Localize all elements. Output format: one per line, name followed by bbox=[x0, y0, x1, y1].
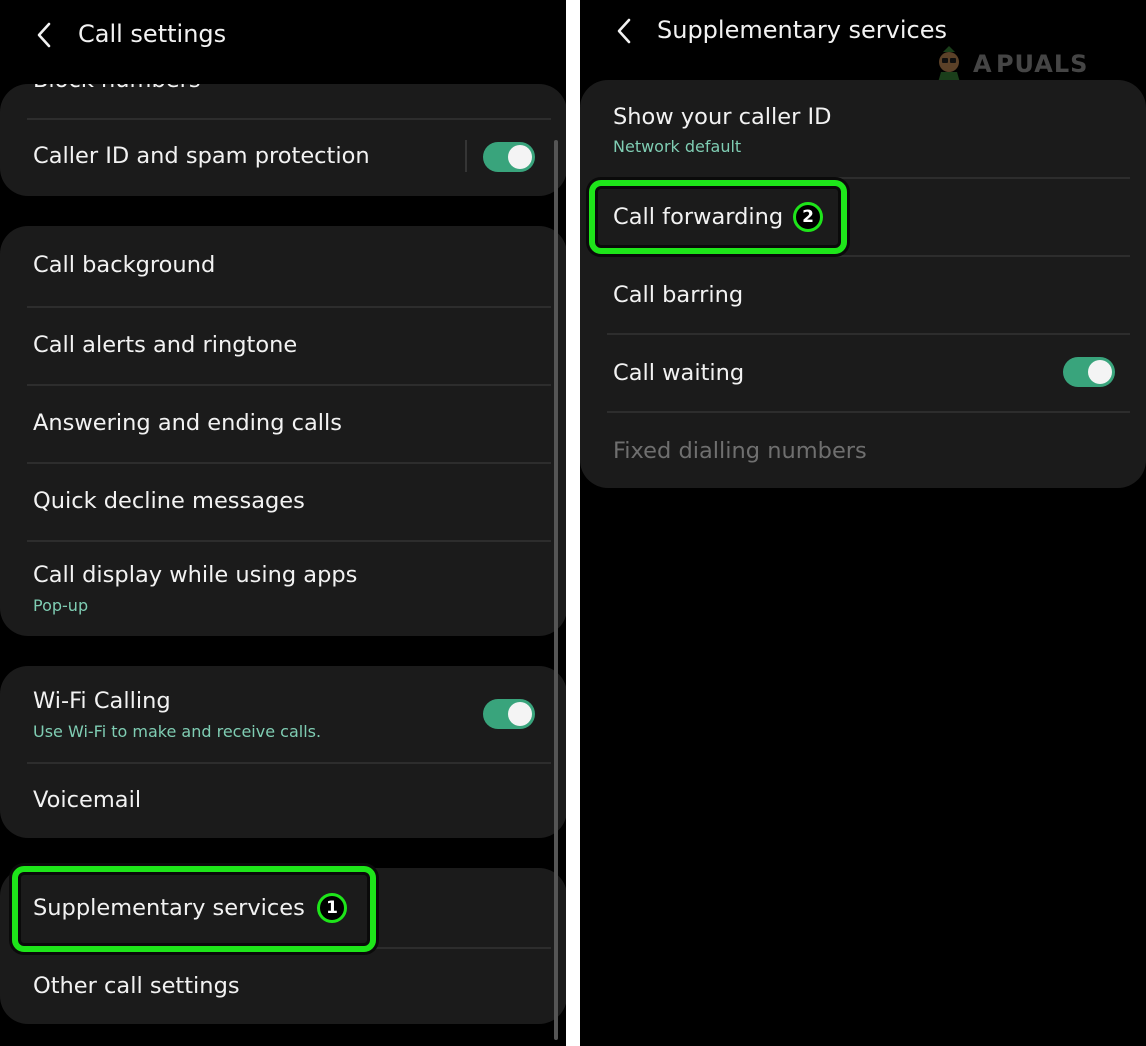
call-display-sublabel: Pop-up bbox=[33, 596, 89, 615]
page-title: Call settings bbox=[78, 20, 227, 48]
settings-group-2: Call background Call alerts and ringtone… bbox=[0, 226, 566, 636]
divider-vertical bbox=[465, 140, 467, 172]
caller-id-spam-label: Caller ID and spam protection bbox=[33, 143, 370, 169]
call-barring-item[interactable]: Call barring bbox=[580, 257, 1146, 333]
settings-group-3: Wi-Fi Calling Use Wi-Fi to make and rece… bbox=[0, 666, 566, 838]
wifi-calling-label: Wi-Fi Calling bbox=[33, 688, 171, 714]
scrollbar[interactable] bbox=[554, 140, 558, 1040]
supplementary-services-screen: Supplementary services A PUALS Show your… bbox=[580, 0, 1146, 1046]
show-caller-id-label: Show your caller ID bbox=[613, 104, 832, 130]
call-background-label: Call background bbox=[33, 252, 216, 278]
supplementary-services-list: Show your caller ID Network default Call… bbox=[580, 80, 1146, 488]
call-waiting-toggle[interactable] bbox=[1063, 357, 1115, 387]
settings-group-1: Block numbers Caller ID and spam protect… bbox=[0, 84, 566, 196]
watermark-text: A PUALS bbox=[973, 50, 1089, 78]
step-badge: 2 bbox=[793, 202, 823, 232]
block-numbers-item-label[interactable]: Block numbers bbox=[33, 84, 201, 93]
call-settings-screen: Call settings Block numbers Caller ID an… bbox=[0, 0, 566, 1046]
call-waiting-label: Call waiting bbox=[613, 360, 745, 386]
voicemail-label: Voicemail bbox=[33, 787, 142, 813]
call-barring-label: Call barring bbox=[613, 282, 744, 308]
show-caller-id-item[interactable]: Show your caller ID Network default bbox=[580, 80, 1146, 176]
call-waiting-item[interactable]: Call waiting bbox=[580, 335, 1146, 411]
page-title: Supplementary services bbox=[657, 16, 947, 44]
caller-id-spam-toggle[interactable] bbox=[483, 142, 535, 172]
call-display-item[interactable]: Call display while using apps Pop-up bbox=[0, 542, 566, 636]
answering-ending-label: Answering and ending calls bbox=[33, 410, 343, 436]
other-call-settings-item[interactable]: Other call settings bbox=[0, 949, 566, 1024]
call-display-label: Call display while using apps bbox=[33, 562, 358, 588]
toggle-knob bbox=[508, 702, 532, 726]
step-badge: 1 bbox=[317, 893, 347, 923]
show-caller-id-sublabel: Network default bbox=[613, 137, 742, 156]
toggle-knob bbox=[508, 145, 532, 169]
wifi-calling-sublabel: Use Wi-Fi to make and receive calls. bbox=[33, 722, 322, 741]
call-alerts-item[interactable]: Call alerts and ringtone bbox=[0, 308, 566, 384]
other-call-settings-label: Other call settings bbox=[33, 973, 240, 999]
wifi-calling-toggle[interactable] bbox=[483, 699, 535, 729]
quick-decline-label: Quick decline messages bbox=[33, 488, 305, 514]
chevron-left-icon[interactable] bbox=[612, 16, 636, 46]
fixed-dialling-label: Fixed dialling numbers bbox=[613, 438, 867, 464]
caller-id-spam-item[interactable]: Caller ID and spam protection bbox=[0, 120, 566, 196]
chevron-left-icon[interactable] bbox=[32, 20, 56, 50]
call-alerts-label: Call alerts and ringtone bbox=[33, 332, 298, 358]
header: Call settings bbox=[0, 0, 566, 70]
answering-ending-item[interactable]: Answering and ending calls bbox=[0, 386, 566, 462]
call-background-item[interactable]: Call background bbox=[0, 226, 566, 306]
voicemail-item[interactable]: Voicemail bbox=[0, 764, 566, 838]
toggle-knob bbox=[1088, 360, 1112, 384]
wifi-calling-item[interactable]: Wi-Fi Calling Use Wi-Fi to make and rece… bbox=[0, 666, 566, 762]
fixed-dialling-item: Fixed dialling numbers bbox=[580, 413, 1146, 488]
quick-decline-item[interactable]: Quick decline messages bbox=[0, 464, 566, 540]
